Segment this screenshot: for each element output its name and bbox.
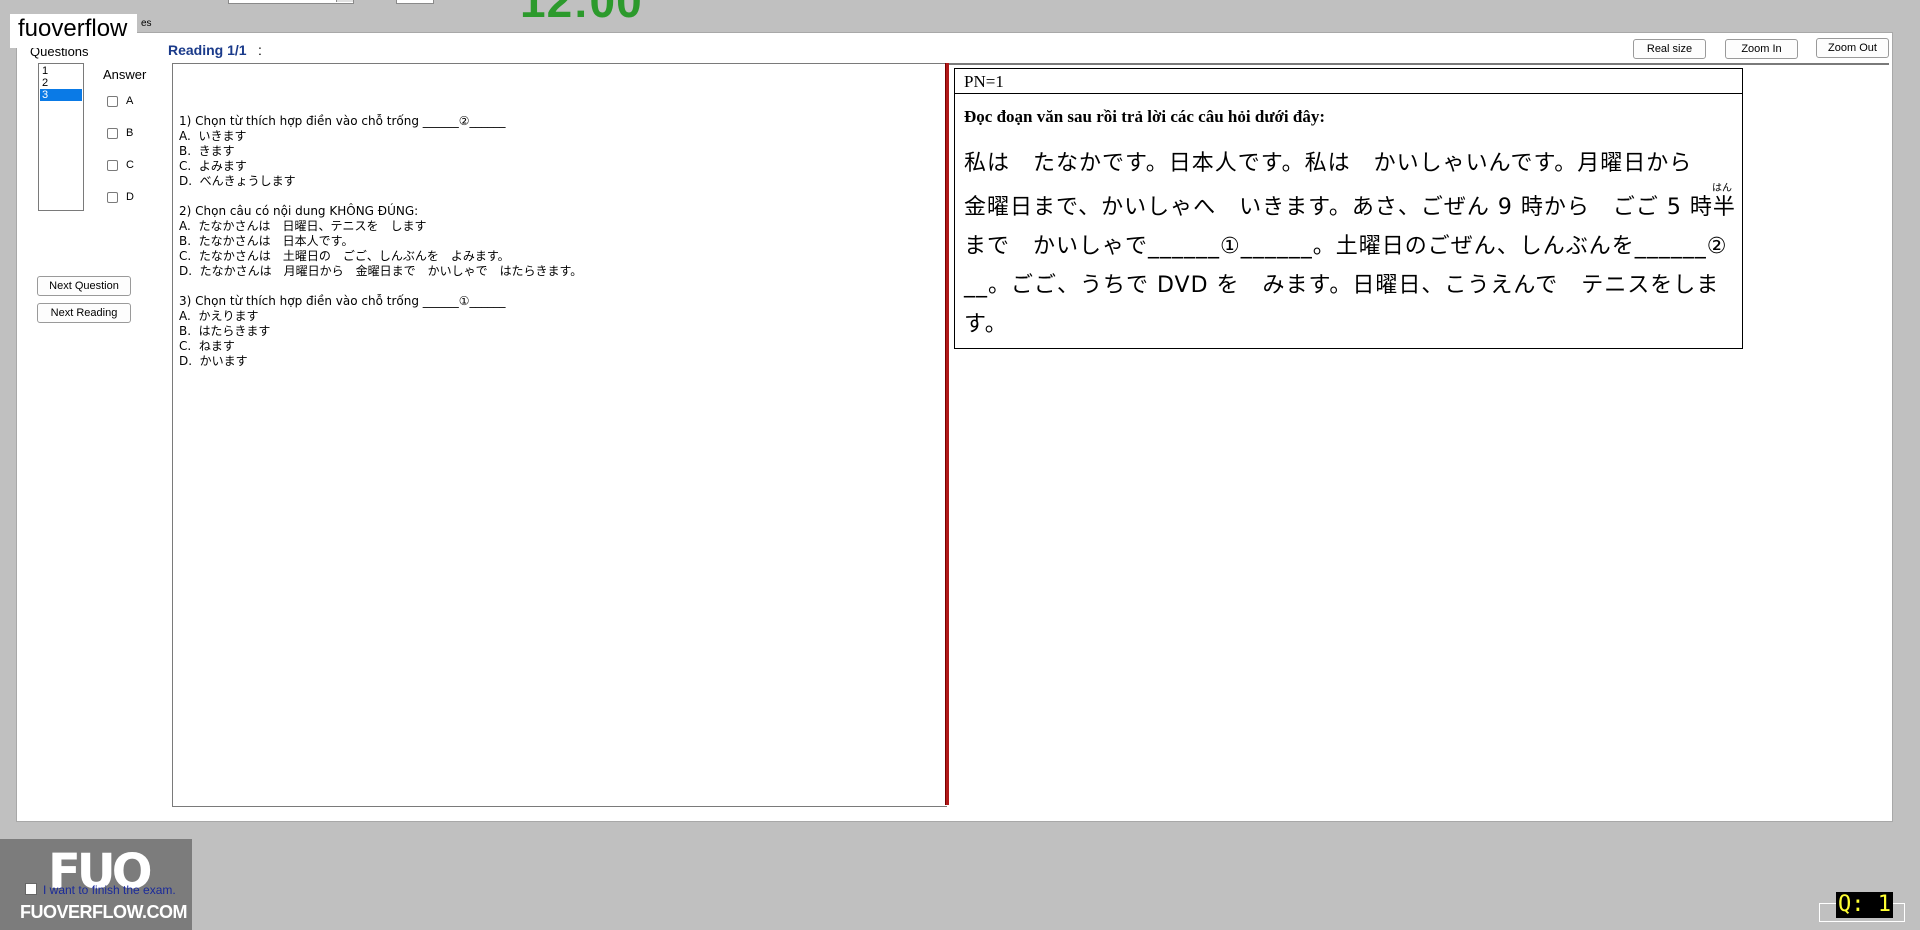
question-list-item-2[interactable]: 2 bbox=[40, 77, 82, 89]
passage-line: 金曜日まで、かいしゃへ いきます。あさ、ごぜん 9 時から ごご 5 時半 bbox=[964, 195, 1736, 220]
answer-a-checkbox[interactable] bbox=[107, 95, 118, 107]
answer-option-a[interactable]: A bbox=[107, 93, 133, 109]
reading-pane-border bbox=[949, 63, 1889, 65]
answer-d-checkbox[interactable] bbox=[107, 191, 118, 203]
question-text: 1) Chọn từ thích hợp điền vào chỗ trống … bbox=[179, 114, 583, 368]
passage-line: 私は たなかです。日本人です。私は かいしゃいんです。月曜日から bbox=[964, 151, 1693, 176]
pane-splitter[interactable] bbox=[945, 63, 949, 805]
passage-instruction: Đọc đoạn văn sau rồi trả lời các câu hỏi… bbox=[964, 107, 1326, 126]
answer-option-c[interactable]: C bbox=[107, 157, 134, 173]
chevron-down-icon[interactable] bbox=[336, 0, 353, 2]
question-list-item-3[interactable]: 3 bbox=[40, 89, 82, 101]
watermark-logo-text: fuoverflow bbox=[10, 14, 138, 48]
answer-b-checkbox[interactable] bbox=[107, 127, 118, 139]
question-list[interactable]: 1 2 3 bbox=[38, 63, 84, 211]
answer-c-label: C bbox=[126, 159, 134, 171]
brand-domain: FUOVERFLOW.COM bbox=[20, 902, 188, 922]
zoom-out-button[interactable]: Zoom Out bbox=[1816, 38, 1889, 58]
answer-option-d[interactable]: D bbox=[107, 189, 134, 205]
answer-d-label: D bbox=[126, 191, 134, 203]
reading-title: Reading 1/1 bbox=[168, 42, 247, 58]
passage-line: まで かいしゃで______①______。土曜日のごぜん、しんぶんを_____… bbox=[964, 234, 1728, 259]
zoom-in-button[interactable]: Zoom In bbox=[1725, 39, 1798, 59]
finish-exam-label[interactable]: I want to finish the exam. bbox=[43, 883, 176, 897]
passage-line: す。 bbox=[964, 312, 1008, 337]
real-size-button[interactable]: Real size bbox=[1633, 39, 1706, 59]
passage-header-row: PN=1 bbox=[955, 69, 1742, 94]
reading-title-colon: : bbox=[258, 42, 262, 58]
answer-a-label: A bbox=[126, 95, 134, 107]
passage-number: PN=1 bbox=[964, 72, 1004, 91]
finish-exam-checkbox[interactable] bbox=[25, 883, 37, 895]
truncated-label: es bbox=[141, 18, 152, 29]
top-small-field[interactable] bbox=[396, 0, 434, 4]
exam-timer: 12:00 bbox=[520, 0, 643, 27]
next-question-button[interactable]: Next Question bbox=[37, 276, 131, 296]
question-list-item-1[interactable]: 1 bbox=[40, 65, 82, 77]
answer-c-checkbox[interactable] bbox=[107, 159, 118, 171]
reading-passage-box: PN=1 Đọc đoạn văn sau rồi trả lời các câ… bbox=[954, 68, 1743, 349]
answer-option-b[interactable]: B bbox=[107, 125, 133, 141]
passage-line: __。ごご、うちで DVD を みます。日曜日、こうえんで テニスをしま bbox=[964, 273, 1720, 298]
top-toolbar bbox=[0, 0, 1920, 32]
next-reading-button[interactable]: Next Reading bbox=[37, 303, 131, 323]
question-counter: Q: 1 bbox=[1836, 892, 1893, 918]
answer-label: Answer bbox=[103, 67, 147, 82]
answer-b-label: B bbox=[126, 127, 134, 139]
